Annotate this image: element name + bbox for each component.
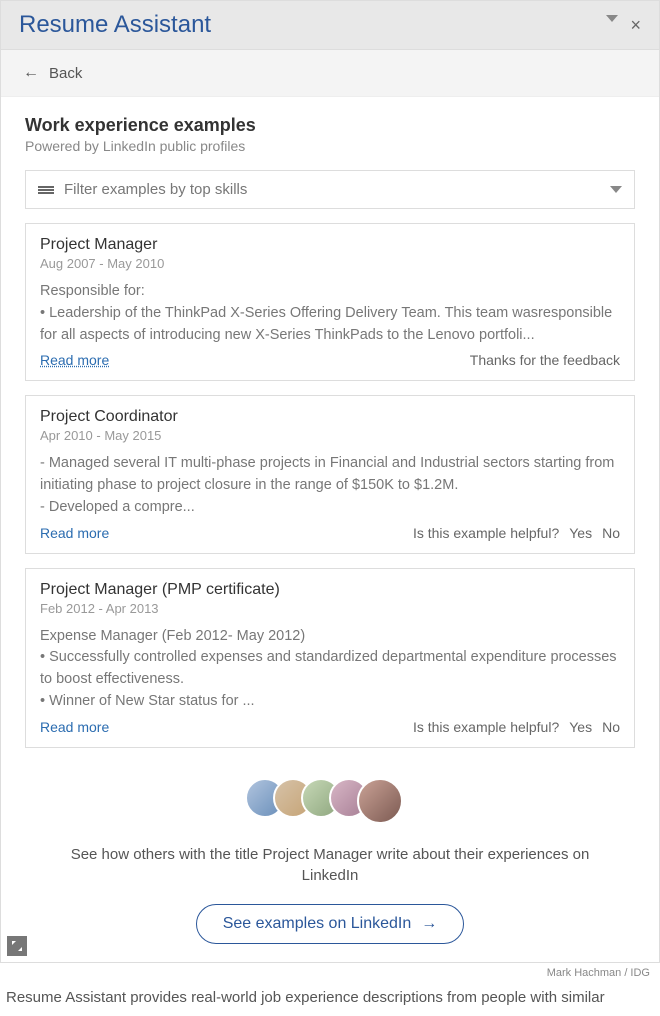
promo-text: See how others with the title Project Ma… [25,844,635,886]
example-body: Expense Manager (Feb 2012- May 2012) • S… [40,626,620,713]
image-credit: Mark Hachman / IDG [0,963,660,979]
filter-placeholder: Filter examples by top skills [64,181,247,198]
arrow-right-icon: → [421,915,437,933]
close-icon[interactable]: × [630,15,641,36]
caption-text: Resume Assistant provides real-world job… [0,979,660,1016]
section-title: Work experience examples [25,115,635,136]
resume-assistant-panel: Resume Assistant × Back Work experience … [0,0,660,963]
feedback-question: Is this example helpful? [413,719,559,735]
back-button[interactable]: Back [1,50,659,97]
title-bar: Resume Assistant × [1,1,659,50]
example-dates: Aug 2007 - May 2010 [40,256,620,271]
example-card: Project Manager (PMP certificate) Feb 20… [25,568,635,748]
feedback-thanks: Thanks for the feedback [470,352,620,368]
example-body: Responsible for: • Leadership of the Thi… [40,281,620,346]
back-label: Back [49,65,82,82]
example-body: - Managed several IT multi-phase project… [40,453,620,518]
panel-title: Resume Assistant [19,11,211,39]
feedback-yes[interactable]: Yes [569,719,592,735]
section-subtitle: Powered by LinkedIn public profiles [25,138,635,154]
filter-dropdown[interactable]: Filter examples by top skills [25,170,635,209]
feedback-question: Is this example helpful? [413,525,559,541]
dropdown-icon[interactable] [606,15,618,22]
read-more-link[interactable]: Read more [40,352,109,368]
filter-icon [38,184,54,196]
back-arrow-icon [23,64,39,82]
avatar-stack [25,778,635,824]
example-dates: Apr 2010 - May 2015 [40,428,620,443]
see-examples-linkedin-button[interactable]: See examples on LinkedIn → [196,904,465,944]
expand-icon[interactable] [7,936,27,956]
read-more-link[interactable]: Read more [40,719,109,735]
example-title: Project Manager [40,236,620,254]
example-card: Project Manager Aug 2007 - May 2010 Resp… [25,223,635,381]
feedback-no[interactable]: No [602,525,620,541]
avatar [357,778,403,824]
feedback-yes[interactable]: Yes [569,525,592,541]
example-title: Project Manager (PMP certificate) [40,581,620,599]
linkedin-button-label: See examples on LinkedIn [223,915,412,933]
feedback-no[interactable]: No [602,719,620,735]
read-more-link[interactable]: Read more [40,525,109,541]
chevron-down-icon [610,186,622,193]
example-title: Project Coordinator [40,408,620,426]
example-card: Project Coordinator Apr 2010 - May 2015 … [25,395,635,553]
example-dates: Feb 2012 - Apr 2013 [40,601,620,616]
content-area: Work experience examples Powered by Link… [1,97,659,962]
